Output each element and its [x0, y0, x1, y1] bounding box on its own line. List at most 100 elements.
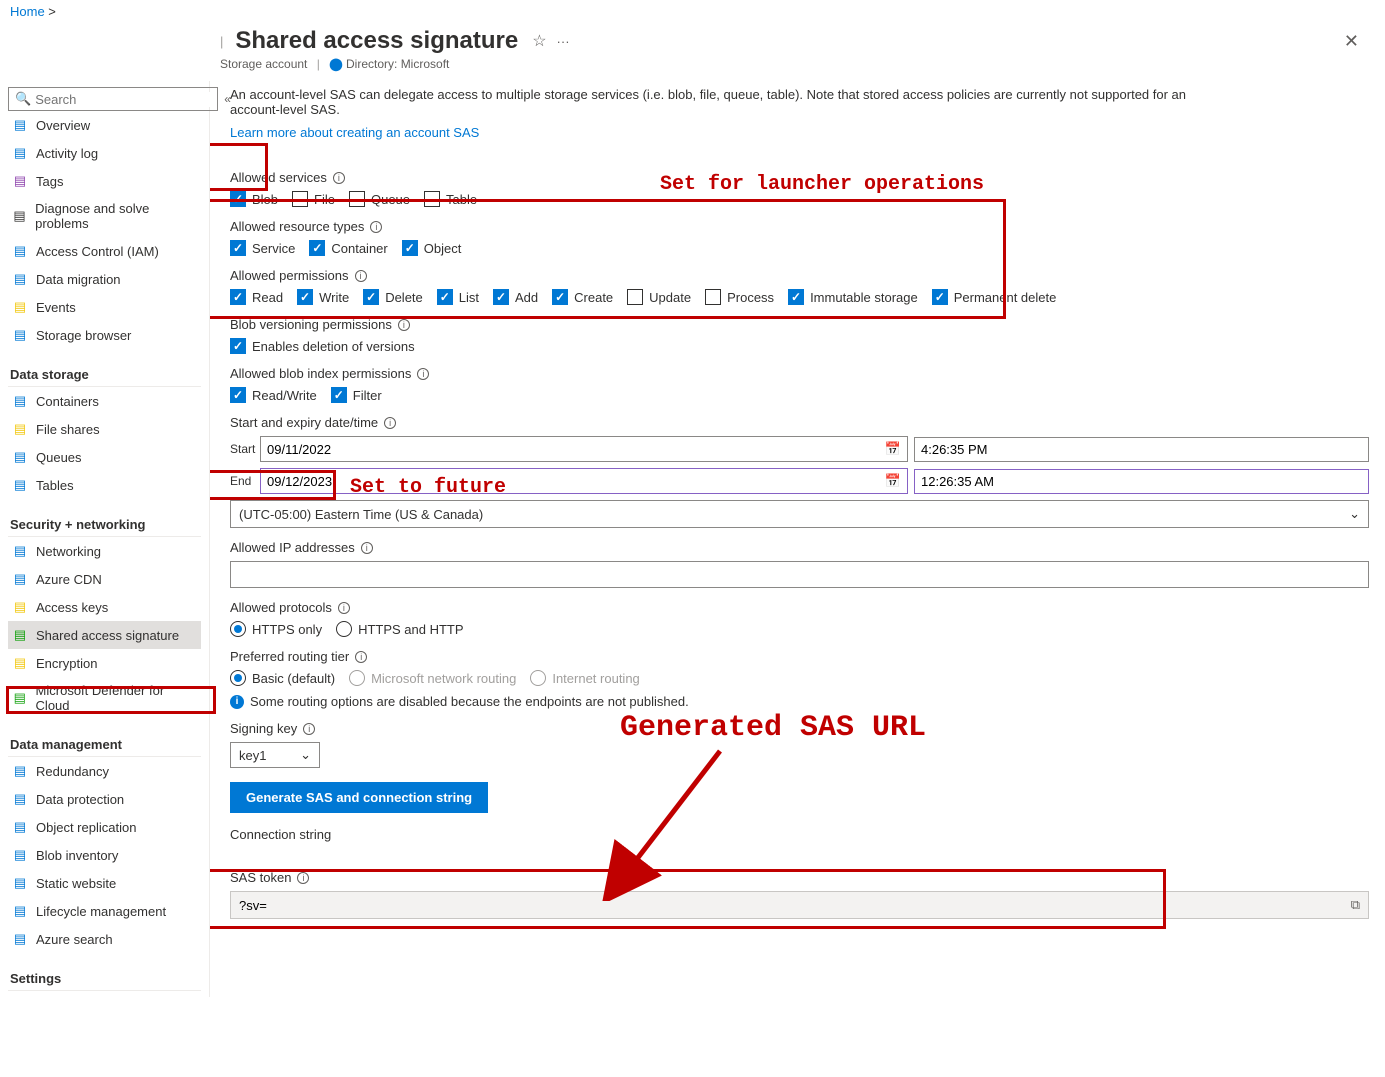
checkbox-box[interactable]: [424, 191, 440, 207]
checkbox-read-write[interactable]: ✓Read/Write: [230, 387, 317, 403]
sidebar-item-shared-access-signature[interactable]: ▤Shared access signature: [8, 621, 201, 649]
radio-circle[interactable]: [230, 670, 246, 686]
radio-circle[interactable]: [336, 621, 352, 637]
checkbox-list[interactable]: ✓List: [437, 289, 479, 305]
checkbox-immutable-storage[interactable]: ✓Immutable storage: [788, 289, 918, 305]
info-icon[interactable]: i: [355, 270, 367, 282]
checkbox-container[interactable]: ✓Container: [309, 240, 387, 256]
checkbox-blob[interactable]: ✓Blob: [230, 191, 278, 207]
calendar-icon[interactable]: 📅: [885, 473, 901, 489]
sidebar-item-azure-cdn[interactable]: ▤Azure CDN: [8, 565, 201, 593]
sidebar-item-tags[interactable]: ▤Tags: [8, 167, 201, 195]
sidebar-item-object-replication[interactable]: ▤Object replication: [8, 813, 201, 841]
start-date-input[interactable]: 📅: [260, 436, 908, 462]
info-icon[interactable]: i: [370, 221, 382, 233]
signing-key-select[interactable]: key1 ⌄: [230, 742, 320, 768]
checkbox-permanent-delete[interactable]: ✓Permanent delete: [932, 289, 1057, 305]
checkbox-update[interactable]: Update: [627, 289, 691, 305]
sidebar-item-events[interactable]: ▤Events: [8, 293, 201, 321]
sidebar-item-networking[interactable]: ▤Networking: [8, 537, 201, 565]
calendar-icon[interactable]: 📅: [885, 441, 901, 457]
checkbox-box[interactable]: ✓: [788, 289, 804, 305]
checkbox-box[interactable]: ✓: [230, 338, 246, 354]
sidebar-item-access-control-iam-[interactable]: ▤Access Control (IAM): [8, 237, 201, 265]
checkbox-file[interactable]: File: [292, 191, 335, 207]
generate-button[interactable]: Generate SAS and connection string: [230, 782, 488, 813]
checkbox-box[interactable]: ✓: [230, 289, 246, 305]
checkbox-box[interactable]: ✓: [493, 289, 509, 305]
copy-icon[interactable]: ⧉: [1351, 897, 1360, 913]
info-icon[interactable]: i: [398, 319, 410, 331]
checkbox-queue[interactable]: Queue: [349, 191, 410, 207]
checkbox-read[interactable]: ✓Read: [230, 289, 283, 305]
sidebar-item-encryption[interactable]: ▤Encryption: [8, 649, 201, 677]
checkbox-add[interactable]: ✓Add: [493, 289, 538, 305]
end-time-input[interactable]: [914, 469, 1369, 494]
checkbox-box[interactable]: ✓: [402, 240, 418, 256]
checkbox-box[interactable]: ✓: [309, 240, 325, 256]
radio-circle[interactable]: [230, 621, 246, 637]
checkbox-box[interactable]: ✓: [331, 387, 347, 403]
radio-https-only[interactable]: HTTPS only: [230, 621, 322, 637]
checkbox-write[interactable]: ✓Write: [297, 289, 349, 305]
sidebar-item-azure-search[interactable]: ▤Azure search: [8, 925, 201, 953]
sidebar-item-access-keys[interactable]: ▤Access keys: [8, 593, 201, 621]
sas-token-output[interactable]: ⧉: [230, 891, 1369, 919]
end-date-input[interactable]: 📅: [260, 468, 908, 494]
info-icon[interactable]: i: [333, 172, 345, 184]
checkbox-table[interactable]: Table: [424, 191, 477, 207]
checkbox-box[interactable]: [292, 191, 308, 207]
info-icon[interactable]: i: [303, 723, 315, 735]
favorite-star-icon[interactable]: ☆: [532, 31, 546, 51]
learn-more-link[interactable]: Learn more about creating an account SAS: [230, 125, 479, 140]
breadcrumb-home[interactable]: Home: [10, 4, 45, 19]
info-icon[interactable]: i: [338, 602, 350, 614]
checkbox-box[interactable]: ✓: [552, 289, 568, 305]
allowed-ip-input[interactable]: [230, 561, 1369, 588]
checkbox-enables-deletion-of-versions[interactable]: ✓Enables deletion of versions: [230, 338, 415, 354]
sidebar-item-activity-log[interactable]: ▤Activity log: [8, 139, 201, 167]
checkbox-box[interactable]: ✓: [230, 191, 246, 207]
sidebar-item-containers[interactable]: ▤Containers: [8, 387, 201, 415]
sidebar-item-tables[interactable]: ▤Tables: [8, 471, 201, 499]
sidebar-item-static-website[interactable]: ▤Static website: [8, 869, 201, 897]
info-icon[interactable]: i: [297, 872, 309, 884]
info-icon[interactable]: i: [355, 651, 367, 663]
sidebar-item-redundancy[interactable]: ▤Redundancy: [8, 757, 201, 785]
sidebar-item-data-protection[interactable]: ▤Data protection: [8, 785, 201, 813]
checkbox-box[interactable]: ✓: [932, 289, 948, 305]
sidebar-item-blob-inventory[interactable]: ▤Blob inventory: [8, 841, 201, 869]
sidebar-item-data-migration[interactable]: ▤Data migration: [8, 265, 201, 293]
checkbox-filter[interactable]: ✓Filter: [331, 387, 382, 403]
radio-https-and-http[interactable]: HTTPS and HTTP: [336, 621, 463, 637]
start-time-input[interactable]: [914, 437, 1369, 462]
checkbox-box[interactable]: [349, 191, 365, 207]
checkbox-box[interactable]: ✓: [363, 289, 379, 305]
sidebar-item-storage-browser[interactable]: ▤Storage browser: [8, 321, 201, 349]
sidebar-item-file-shares[interactable]: ▤File shares: [8, 415, 201, 443]
info-icon[interactable]: i: [361, 542, 373, 554]
checkbox-box[interactable]: [705, 289, 721, 305]
sidebar-item-lifecycle-management[interactable]: ▤Lifecycle management: [8, 897, 201, 925]
checkbox-object[interactable]: ✓Object: [402, 240, 462, 256]
sidebar-search[interactable]: 🔍: [8, 87, 218, 111]
checkbox-delete[interactable]: ✓Delete: [363, 289, 423, 305]
timezone-select[interactable]: (UTC-05:00) Eastern Time (US & Canada) ⌄: [230, 500, 1369, 528]
more-menu-icon[interactable]: ···: [557, 34, 570, 49]
close-icon[interactable]: ✕: [1344, 31, 1359, 52]
sidebar-item-queues[interactable]: ▤Queues: [8, 443, 201, 471]
sidebar-item-microsoft-defender-for-cloud[interactable]: ▤Microsoft Defender for Cloud: [8, 677, 201, 719]
checkbox-box[interactable]: [627, 289, 643, 305]
checkbox-box[interactable]: ✓: [437, 289, 453, 305]
sidebar-item-diagnose-and-solve-problems[interactable]: ▤Diagnose and solve problems: [8, 195, 201, 237]
checkbox-service[interactable]: ✓Service: [230, 240, 295, 256]
checkbox-box[interactable]: ✓: [297, 289, 313, 305]
sidebar-item-overview[interactable]: ▤Overview: [8, 111, 201, 139]
info-icon[interactable]: i: [384, 417, 396, 429]
radio-basic-default-[interactable]: Basic (default): [230, 670, 335, 686]
sidebar-search-input[interactable]: [35, 92, 211, 107]
checkbox-box[interactable]: ✓: [230, 387, 246, 403]
checkbox-create[interactable]: ✓Create: [552, 289, 613, 305]
info-icon[interactable]: i: [417, 368, 429, 380]
checkbox-process[interactable]: Process: [705, 289, 774, 305]
